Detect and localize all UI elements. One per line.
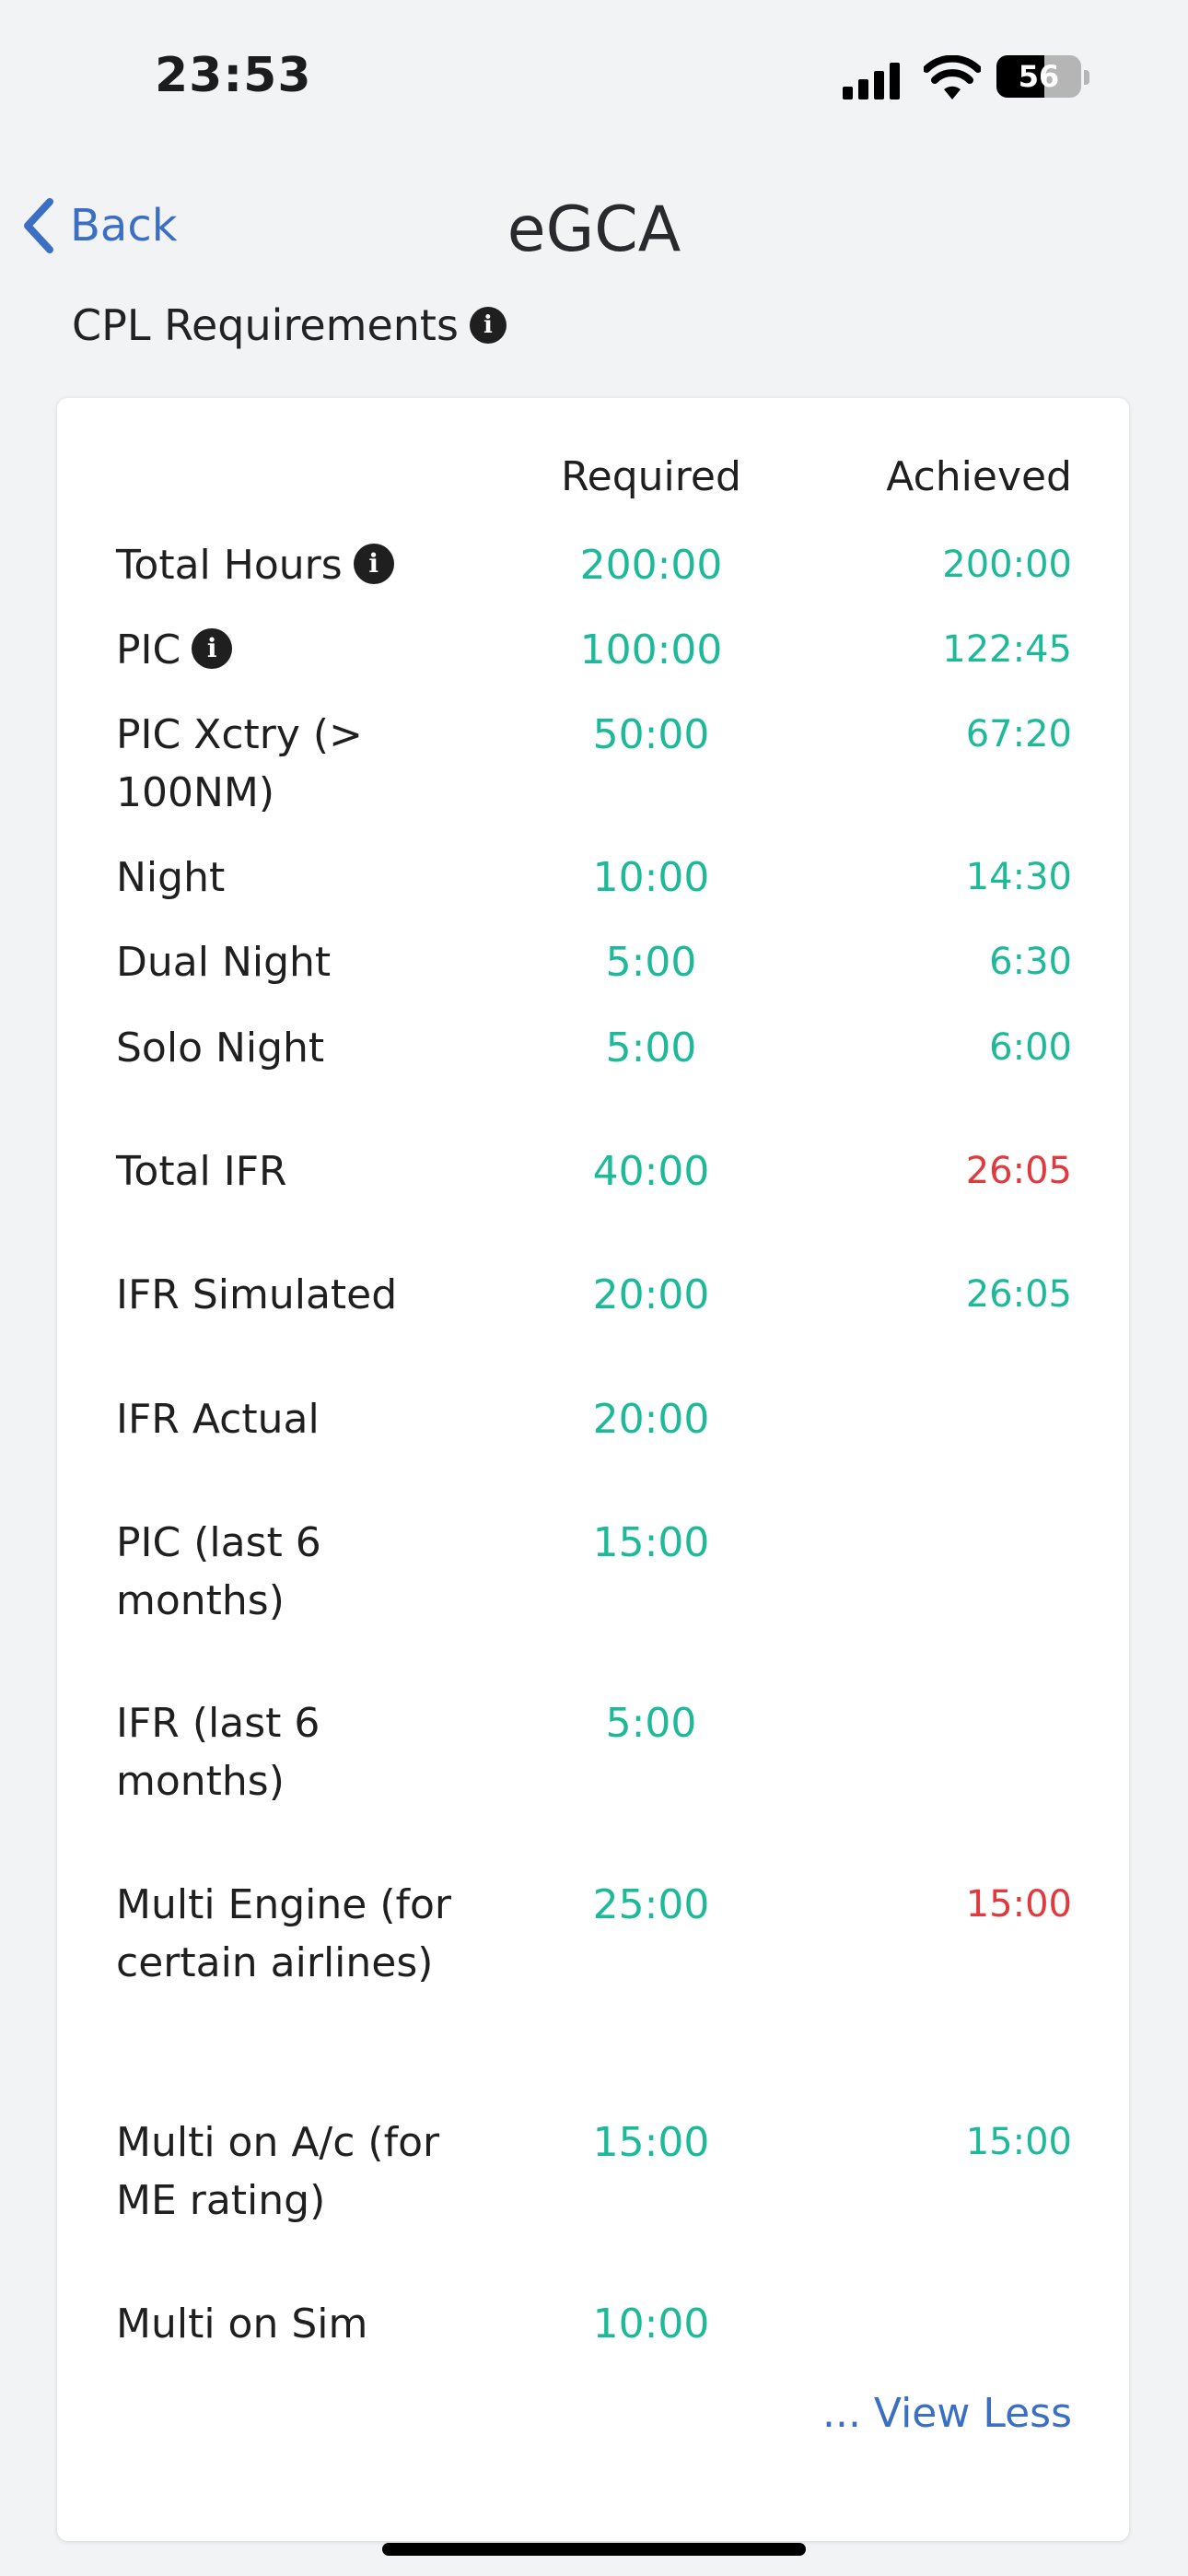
requirement-label-text: Multi on Sim (116, 2301, 368, 2348)
section-title-text: CPL Requirements (72, 300, 459, 350)
requirement-label-text: Solo Night (116, 1025, 325, 1071)
required-column-header: Required (561, 453, 741, 500)
requirement-label: IFR (last 6 months) (116, 1694, 484, 1810)
requirement-label: Total IFR (116, 1142, 484, 1200)
wifi-icon (924, 55, 981, 100)
required-value: 15:00 (592, 2119, 710, 2166)
required-value: 20:00 (592, 1271, 710, 1318)
requirement-label: Multi Engine (for certain airlines) (116, 1876, 484, 1992)
info-icon[interactable]: i (353, 544, 394, 584)
requirement-label-text: PIC (116, 626, 181, 673)
achieved-value: 6:30 (989, 941, 1072, 983)
requirement-label: IFR Actual (116, 1390, 484, 1448)
info-icon[interactable]: i (192, 628, 233, 669)
requirement-label: Multi on Sim (116, 2295, 484, 2353)
home-indicator (382, 2543, 806, 2556)
requirement-label-text: Dual Night (116, 939, 332, 986)
achieved-value: 122:45 (942, 628, 1072, 671)
requirement-label: PIC i (116, 621, 484, 679)
requirement-label: Multi on A/c (for ME rating) (116, 2113, 484, 2230)
battery-icon: 56 (996, 55, 1081, 98)
required-value: 20:00 (592, 1396, 710, 1443)
requirement-label: Solo Night (116, 1019, 484, 1077)
required-value: 5:00 (605, 1700, 697, 1747)
requirement-label-text: Multi Engine (for certain airlines) (116, 1881, 451, 1986)
required-value: 50:00 (592, 711, 710, 758)
achieved-value: 200:00 (942, 544, 1072, 586)
cellular-signal-icon (843, 61, 902, 100)
requirement-label-text: IFR Actual (116, 1396, 320, 1443)
requirement-label: IFR Simulated (116, 1266, 484, 1324)
requirement-label: PIC Xctry (> 100NM) (116, 706, 484, 822)
required-value: 10:00 (592, 854, 710, 901)
navigation-bar: Back eGCA (0, 175, 1188, 286)
status-time: 23:53 (155, 48, 312, 103)
achieved-value: 67:20 (965, 713, 1072, 755)
requirement-label: Total Hours i (116, 536, 484, 594)
required-value: 10:00 (592, 2301, 710, 2348)
battery-percentage: 56 (1018, 59, 1060, 94)
requirement-label-text: Night (116, 854, 226, 901)
required-value: 5:00 (605, 939, 697, 986)
achieved-value: 26:05 (965, 1273, 1072, 1316)
requirement-label-text: Total Hours (116, 542, 343, 589)
achieved-value: 15:00 (965, 1883, 1072, 1926)
requirement-label: Night (116, 849, 484, 907)
achieved-value: 26:05 (965, 1150, 1072, 1192)
requirement-label-text: PIC (last 6 months) (116, 1519, 321, 1624)
required-value: 40:00 (592, 1148, 710, 1195)
info-icon[interactable]: i (469, 307, 507, 344)
status-bar: 23:53 56 (0, 0, 1188, 157)
required-value: 100:00 (579, 626, 723, 673)
required-value: 25:00 (592, 1881, 710, 1928)
required-value: 15:00 (592, 1519, 710, 1566)
required-value: 200:00 (579, 542, 723, 589)
section-title: CPL Requirements i (72, 293, 507, 357)
achieved-value: 14:30 (965, 856, 1072, 898)
requirements-card: Required Achieved Total Hours i 200:00 200:… (57, 398, 1129, 2541)
requirement-label-text: IFR Simulated (116, 1271, 398, 1318)
requirement-label-text: PIC Xctry (> 100NM) (116, 711, 363, 816)
requirement-label: PIC (last 6 months) (116, 1514, 484, 1630)
achieved-value: 15:00 (965, 2121, 1072, 2163)
requirement-label-text: Multi on A/c (for ME rating) (116, 2119, 440, 2224)
requirement-label: Dual Night (116, 933, 484, 991)
battery-tip (1084, 70, 1089, 85)
view-less-link[interactable]: ... View Less (822, 2390, 1072, 2437)
requirement-label-text: IFR (last 6 months) (116, 1700, 320, 1805)
page-title: eGCA (507, 193, 681, 266)
requirement-label-text: Total IFR (116, 1148, 287, 1195)
achieved-column-header: Achieved (886, 453, 1072, 500)
achieved-value: 6:00 (989, 1026, 1072, 1069)
required-value: 5:00 (605, 1025, 697, 1071)
